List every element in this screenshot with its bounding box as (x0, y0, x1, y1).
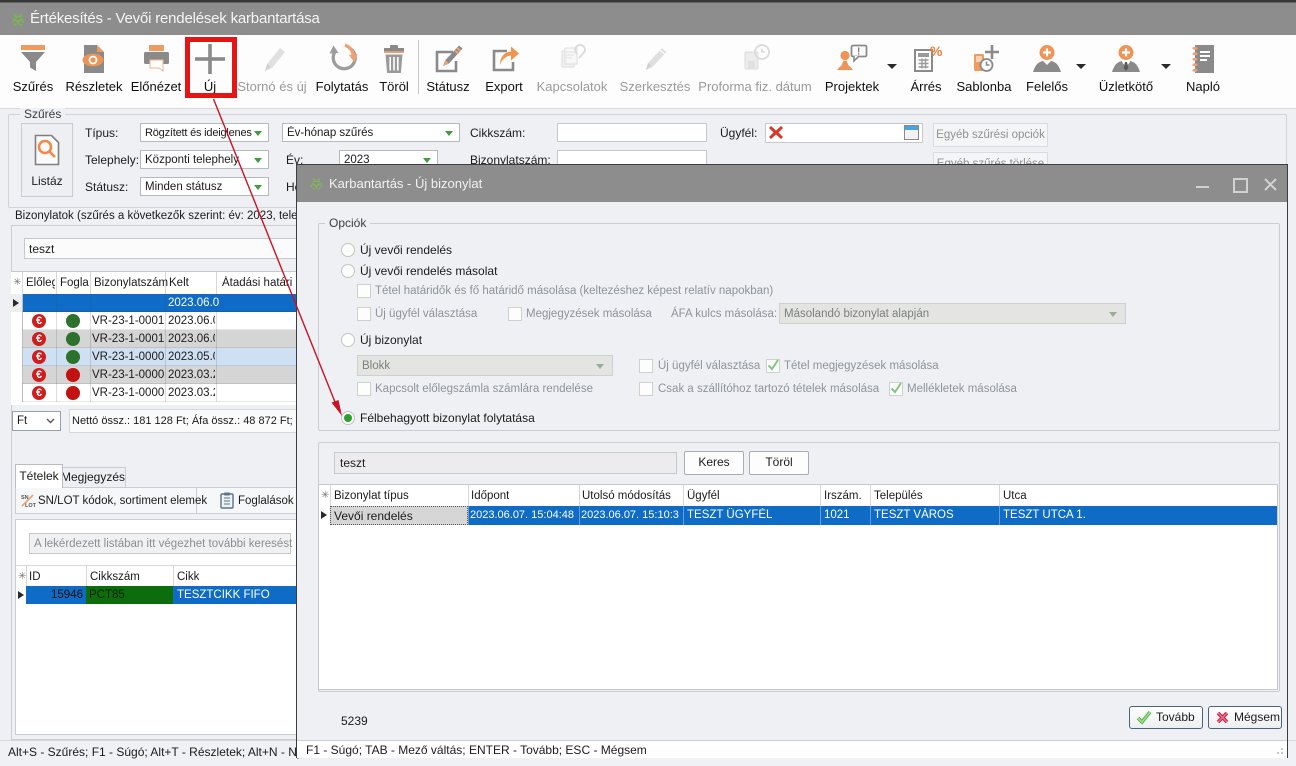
svg-text:LOT: LOT (25, 503, 36, 508)
svg-text:!: ! (857, 47, 860, 58)
